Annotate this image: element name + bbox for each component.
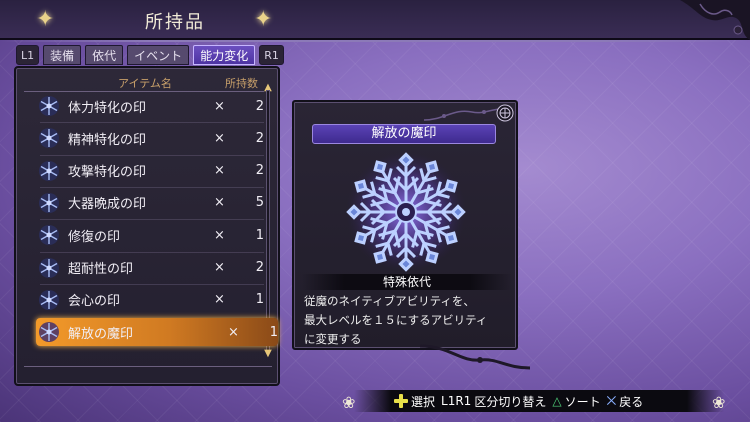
cross-button-icon: ⨉ [606,393,617,408]
detail-category: 特殊依代 [302,274,512,290]
row-divider [40,154,264,156]
control-hints-bar: 選択 L1R1 区分切り替え △ ソート ⨉ 戻る [354,390,724,412]
bottom-ornament-icon [420,344,530,370]
item-name: 解放の魔印 [68,326,134,342]
emblem-icon [39,160,59,181]
emblem-icon [39,128,59,149]
item-row[interactable]: 大器晩成の印 × 5 [38,189,264,217]
times-symbol: × [214,292,225,308]
item-quantity: 2 [255,260,264,275]
item-name: 超耐性の印 [68,262,134,277]
list-footer-divider [24,366,272,367]
page-title: 所持品 [145,12,205,33]
description-line: 最大レベルを１５にするアビリティ [304,313,488,327]
item-row[interactable]: 攻撃特化の印 × 2 [38,157,264,185]
times-symbol: × [214,163,225,179]
item-row[interactable]: 修復の印 × 1 [38,221,264,249]
hint-switch-key: L1R1 [441,394,472,408]
hint-switch-label: 区分切り替え [474,394,547,409]
item-row[interactable]: 超耐性の印 × 2 [38,254,264,282]
tab-yorishiro[interactable]: 依代 [85,45,124,65]
corner-ornament-icon [680,0,750,40]
tab-equipment[interactable]: 装備 [43,45,82,65]
list-header: アイテム名 所持数 [32,75,258,91]
times-symbol: × [214,130,225,146]
item-quantity: 1 [269,324,278,340]
emblem-icon [39,192,59,213]
hint-back-label: 戻る [619,394,644,409]
item-quantity: 1 [255,227,264,243]
column-header-name: アイテム名 [118,77,172,90]
category-tabs: L1 装備 依代 イベント 能力変化 R1 [16,45,284,65]
scrollbar[interactable] [266,90,270,352]
row-divider [40,186,264,188]
dpad-icon [394,394,408,408]
hint-select: 選択 [394,393,435,410]
hint-select-label: 選択 [411,394,436,409]
tab-event[interactable]: イベント [127,45,190,65]
detail-description: 従魔のネイティブアビリティを、 最大レベルを１５にするアビリティ に変更する [304,292,514,349]
item-quantity: 2 [255,163,264,179]
row-divider [40,122,264,124]
tab-ability-change[interactable]: 能力変化 [193,45,256,65]
item-detail-panel: 解放の魔印 特殊依代 従魔のネイティブアビリティを、 最大レベルを１５にするアビ… [292,100,518,350]
yorishiro-badge-icon [496,104,514,122]
row-divider [40,251,264,253]
item-quantity: 5 [255,195,264,211]
item-name: 大器晩成の印 [68,197,147,213]
item-row[interactable]: 会心の印 × 1 [38,286,264,314]
row-divider [40,283,264,285]
row-divider [40,219,264,221]
item-name: 精神特化の印 [68,132,147,148]
emblem-icon [39,225,59,246]
item-name: 会心の印 [68,294,121,310]
item-name: 体力特化の印 [68,100,147,116]
item-list-panel: アイテム名 所持数 ▲ ▼ 体力特化の印 × 2 精神特化の印 × 2 攻撃特化の印 × 2 大器… [14,66,280,386]
item-row[interactable]: 精神特化の印 × 2 [38,124,264,152]
hint-switch: L1R1 区分切り替え [441,393,546,410]
hint-sort-label: ソート [564,394,601,409]
star-ornament-icon: ✦ [36,7,55,32]
triangle-button-icon: △ [552,394,562,408]
item-quantity: 1 [255,292,264,308]
detail-item-name: 解放の魔印 [312,124,496,144]
item-quantity: 2 [255,98,264,114]
times-symbol: × [214,98,225,114]
hint-sort: △ ソート [552,393,600,410]
item-name: 修復の印 [68,229,121,245]
scroll-down-icon[interactable]: ▼ [260,348,276,359]
title-bar: ✦ 所持品 ✦ [0,0,750,42]
item-quantity: 2 [255,130,264,146]
emblem-icon [39,289,59,310]
snowflake-emblem-icon [346,152,466,272]
r1-shoulder-button[interactable]: R1 [259,45,284,65]
times-symbol: × [214,227,225,243]
times-symbol: × [214,195,225,211]
times-symbol: × [214,260,225,275]
emblem-icon [39,322,59,343]
hint-back: ⨉ 戻る [607,393,644,410]
column-header-count: 所持数 [225,77,258,90]
description-line: 従魔のネイティブアビリティを、 [304,294,475,308]
item-row[interactable]: 体力特化の印 × 2 [38,92,264,120]
item-name: 攻撃特化の印 [68,165,147,181]
star-ornament-icon: ✦ [254,7,273,32]
l1-shoulder-button[interactable]: L1 [16,45,40,65]
flower-ornament-icon: ❀ [712,393,726,412]
item-row[interactable]: 解放の魔印 × 1 [38,318,278,346]
times-symbol: × [228,324,239,340]
emblem-icon [39,96,59,116]
emblem-icon [39,257,59,278]
